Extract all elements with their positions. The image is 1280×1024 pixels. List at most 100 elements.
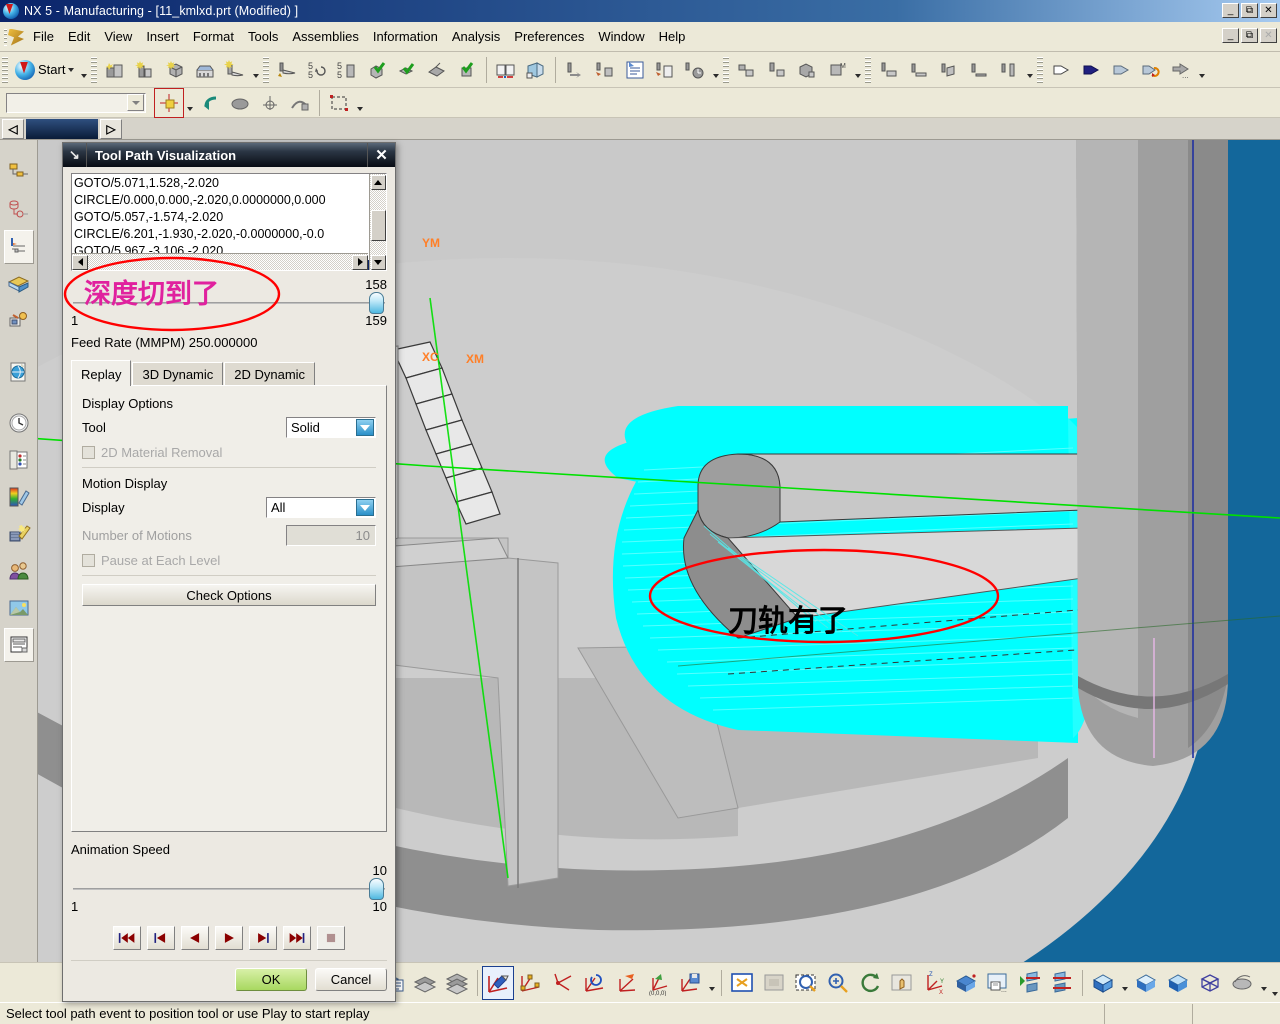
dialog-move-handle-icon[interactable] (63, 143, 87, 167)
tab-3d-dynamic[interactable]: 3D Dynamic (132, 362, 224, 386)
tab-scroll-left-button[interactable]: ◁ (2, 118, 24, 139)
wcs-display-button[interactable] (610, 966, 642, 1000)
stop-button[interactable] (1136, 55, 1166, 85)
part-button[interactable]: M (822, 55, 852, 85)
static-wireframe-button[interactable] (1162, 966, 1194, 1000)
menubar-grip[interactable] (2, 25, 24, 49)
ops-overflow-arrow[interactable] (710, 55, 721, 85)
menu-tools[interactable]: Tools (241, 25, 285, 48)
window-restore-button[interactable]: ⧉ (1241, 3, 1258, 18)
create-operation-button[interactable] (220, 55, 250, 85)
list-item[interactable]: CIRCLE/0.000,0.000,-2.020,0.0000000,0.00… (74, 192, 369, 209)
event-list-vertical-scrollbar[interactable] (369, 174, 386, 270)
workpiece-button[interactable] (732, 55, 762, 85)
toolbar-grip-play[interactable] (1037, 56, 1044, 83)
event-list-horizontal-scrollbar[interactable] (72, 253, 368, 270)
wcs-save-button[interactable] (674, 966, 706, 1000)
tool-path-event-list[interactable]: GOTO/5.071,1.528,-2.020 CIRCLE/0.000,0.0… (71, 173, 387, 271)
create-method-button[interactable] (190, 55, 220, 85)
verify-toolpath-button[interactable]: 55 (332, 55, 362, 85)
time-estimate-button[interactable] (680, 55, 710, 85)
step-button[interactable] (1106, 55, 1136, 85)
scroll-right-button[interactable] (352, 254, 368, 270)
menu-help[interactable]: Help (652, 25, 693, 48)
zoom-window-button[interactable] (790, 966, 822, 1000)
menu-analysis[interactable]: Analysis (445, 25, 507, 48)
view-tab-1[interactable] (26, 118, 98, 139)
toolbar-grip-create[interactable] (91, 56, 98, 83)
blank-button[interactable] (792, 55, 822, 85)
snap-point-arrow[interactable] (184, 88, 195, 118)
check-body-button[interactable] (934, 55, 964, 85)
perspective-button[interactable] (950, 966, 982, 1000)
menu-view[interactable]: View (97, 25, 139, 48)
undo-button[interactable] (195, 88, 225, 118)
menu-file[interactable]: File (26, 25, 61, 48)
wcs-dynamic-button[interactable] (482, 965, 514, 1000)
rewind-to-start-button[interactable] (113, 926, 141, 950)
cut-overflow-arrow[interactable] (1024, 55, 1035, 85)
pause-at-each-level-row[interactable]: Pause at Each Level (82, 553, 376, 568)
sidebar-item-assembly-navigator[interactable] (4, 156, 34, 190)
cut-level-button[interactable] (392, 55, 422, 85)
scroll-up-button[interactable] (370, 175, 386, 190)
snap-point-button[interactable] (154, 87, 184, 118)
toolbar-grip-geom[interactable] (723, 56, 730, 83)
create-geometry-button[interactable] (160, 55, 190, 85)
generate-toolpath-button[interactable] (272, 55, 302, 85)
orient-view-button[interactable]: Z YX (918, 966, 950, 1000)
menu-edit[interactable]: Edit (61, 25, 97, 48)
rectangle-select-arrow[interactable] (354, 88, 365, 118)
clip-front-button[interactable] (1014, 966, 1046, 1000)
tool-select[interactable]: Solid (286, 417, 376, 438)
replay-toolpath-button[interactable]: 55 (302, 55, 332, 85)
shaded-object-button[interactable] (225, 88, 255, 118)
rotate-button[interactable] (854, 966, 886, 1000)
play-overflow-arrow[interactable] (1196, 55, 1207, 85)
display-select[interactable]: All (266, 497, 376, 518)
step-back-button[interactable] (147, 926, 175, 950)
cancel-button[interactable]: Cancel (315, 968, 387, 991)
toolbar-grip-ops[interactable] (263, 56, 270, 83)
play-outline-button[interactable] (1046, 55, 1076, 85)
floor-button[interactable] (964, 55, 994, 85)
clip-back-button[interactable] (1046, 966, 1078, 1000)
sidebar-item-constraint-navigator[interactable] (4, 193, 34, 227)
geom-overflow-arrow[interactable] (852, 55, 863, 85)
render-overflow-arrow-2[interactable] (1269, 968, 1280, 998)
sidebar-item-history[interactable] (4, 406, 34, 440)
doc-restore-button[interactable]: ⧉ (1241, 28, 1258, 43)
play-backward-button[interactable] (181, 926, 209, 950)
window-minimize-button[interactable]: _ (1222, 3, 1239, 18)
paste-button[interactable] (650, 55, 680, 85)
material-removal-checkbox[interactable] (82, 446, 95, 459)
layer-category-button[interactable] (441, 966, 473, 1000)
menu-insert[interactable]: Insert (139, 25, 186, 48)
wcs-overflow-arrow[interactable] (706, 968, 717, 998)
wcs-rotate-button[interactable] (546, 966, 578, 1000)
confirm-toolpath-button[interactable] (362, 55, 392, 85)
simulate-button[interactable] (422, 55, 452, 85)
sidebar-item-part-navigator[interactable] (4, 267, 34, 301)
wcs-orient-button[interactable] (578, 966, 610, 1000)
sidebar-item-system-scene[interactable] (4, 517, 34, 551)
selection-filter-combo[interactable] (6, 92, 146, 113)
sidebar-item-operation-navigator[interactable] (3, 230, 34, 264)
tab-2d-dynamic[interactable]: 2D Dynamic (224, 362, 316, 386)
doc-minimize-button[interactable]: _ (1222, 28, 1239, 43)
trim-boundary-button[interactable] (904, 55, 934, 85)
animation-speed-track[interactable] (73, 878, 385, 900)
check-options-button[interactable]: Check Options (82, 584, 376, 606)
tab-scroll-right-button[interactable]: ▷ (100, 118, 122, 139)
menu-assemblies[interactable]: Assemblies (285, 25, 365, 48)
pan-button[interactable] (886, 966, 918, 1000)
sidebar-item-reuse-library[interactable] (4, 304, 34, 338)
create-tool-button[interactable] (130, 55, 160, 85)
window-close-button[interactable]: ✕ (1260, 3, 1277, 18)
list-item[interactable]: CIRCLE/6.201,-1.930,-2.020,-0.0000000,-0… (74, 226, 369, 243)
list-button[interactable] (620, 55, 650, 85)
menu-window[interactable]: Window (591, 25, 651, 48)
render-overflow-arrow[interactable] (1258, 968, 1269, 998)
event-slider-thumb[interactable] (369, 292, 384, 314)
play-solid-button[interactable] (1076, 55, 1106, 85)
